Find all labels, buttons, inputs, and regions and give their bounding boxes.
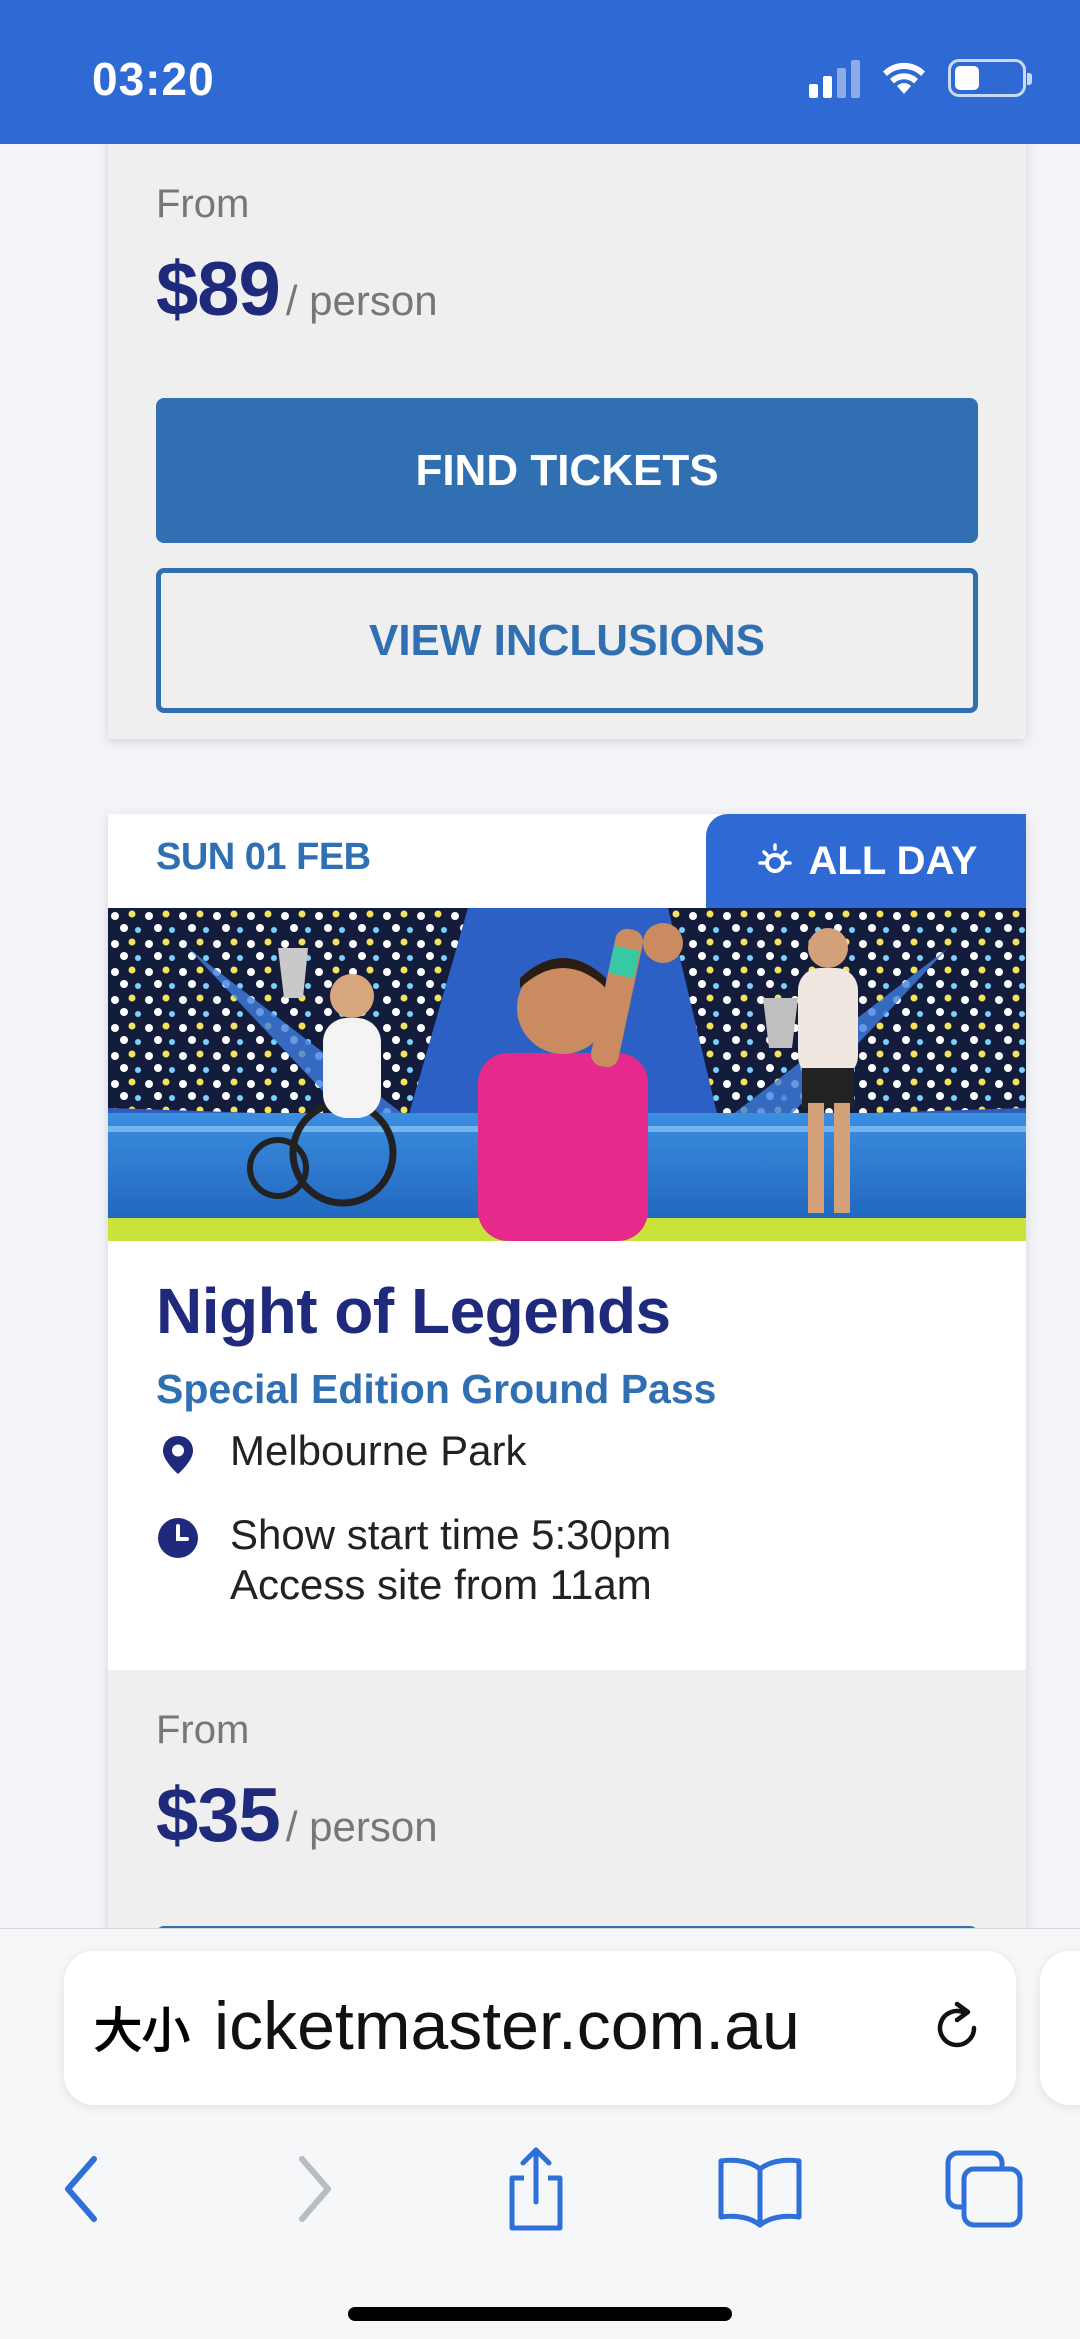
status-icons (809, 58, 1032, 98)
tabs-icon (945, 2150, 1023, 2228)
cellular-signal-icon (809, 58, 860, 98)
wifi-icon (883, 62, 925, 94)
address-bar[interactable]: 大小 icketmaster.com.au (64, 1951, 1016, 2105)
find-tickets-button[interactable]: FIND TICKETS (156, 398, 978, 543)
home-indicator (348, 2307, 732, 2321)
reload-icon[interactable] (924, 1995, 990, 2061)
page-content[interactable]: From $89 / person FIND TICKETS VIEW INCL… (0, 144, 1080, 1928)
clock-icon (158, 1518, 198, 1558)
event-location: Melbourne Park (156, 1426, 526, 1476)
browser-bottom-bar: 大小 icketmaster.com.au (0, 1928, 1080, 2339)
event-hero-image (108, 908, 1026, 1241)
view-inclusions-button[interactable]: VIEW INCLUSIONS (156, 568, 978, 713)
forward-button[interactable] (264, 2139, 364, 2239)
price: $89 / person (156, 246, 438, 333)
bookmarks-button[interactable] (710, 2139, 810, 2239)
price-value: $35 (156, 1773, 281, 1858)
back-button[interactable] (32, 2139, 132, 2239)
event-title: Night of Legends (156, 1275, 671, 1347)
time-text: Show start time 5:30pm Access site from … (230, 1510, 671, 1610)
price-from-label: From (156, 182, 250, 226)
tabs-button[interactable] (934, 2139, 1034, 2239)
all-day-label: ALL DAY (808, 838, 978, 883)
price-value: $89 (156, 247, 281, 332)
price-from-label: From (156, 1708, 250, 1752)
bookmarks-icon (718, 2157, 802, 2228)
previous-event-card: From $89 / person FIND TICKETS VIEW INCL… (108, 144, 1026, 739)
forward-icon (299, 2156, 331, 2222)
access-time: Access site from 11am (230, 1561, 652, 1608)
price: $35 / person (156, 1772, 438, 1859)
event-price-section: From $35 / person (108, 1670, 1026, 1928)
event-card[interactable]: SUN 01 FEB ALL DAY Night of Legends Spec… (108, 814, 1026, 1928)
price-unit: / person (285, 1803, 438, 1850)
event-subtitle: Special Edition Ground Pass (156, 1366, 717, 1412)
status-time: 03:20 (92, 53, 215, 105)
back-icon (65, 2156, 97, 2222)
share-button[interactable] (486, 2139, 586, 2239)
url-text[interactable]: icketmaster.com.au (214, 1987, 954, 2065)
show-start-time: Show start time 5:30pm (230, 1511, 672, 1558)
event-time: Show start time 5:30pm Access site from … (156, 1510, 671, 1610)
all-day-badge: ALL DAY (706, 814, 1026, 908)
event-date: SUN 01 FEB (156, 836, 371, 878)
next-tab-preview[interactable] (1040, 1951, 1080, 2105)
share-icon (509, 2147, 563, 2231)
price-unit: / person (285, 277, 438, 324)
status-bar: 03:20 (0, 0, 1080, 144)
location-text: Melbourne Park (230, 1427, 527, 1474)
sun-icon (757, 843, 792, 873)
battery-icon (948, 59, 1032, 97)
map-pin-icon (163, 1436, 193, 1474)
tennis-legends-banner (108, 908, 1026, 1241)
text-size-button[interactable]: 大小 (94, 1991, 190, 2061)
